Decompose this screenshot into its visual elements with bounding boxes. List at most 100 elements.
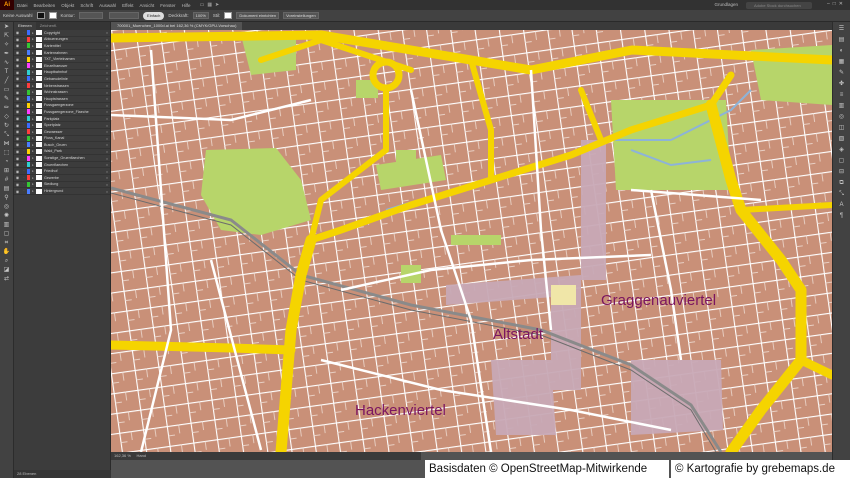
scale-tool-icon[interactable]: ⤡ xyxy=(2,132,12,139)
visibility-eye-icon[interactable]: ◉ xyxy=(14,175,21,180)
layer-name[interactable]: Hauptstrassen xyxy=(44,97,104,101)
layer-target-icon[interactable]: ○ xyxy=(104,37,110,42)
layer-name[interactable]: Sportplatz xyxy=(44,123,104,127)
layer-target-icon[interactable]: ○ xyxy=(104,182,110,187)
swatches-icon[interactable]: ▦ xyxy=(837,58,847,66)
style-swatch[interactable] xyxy=(224,12,233,19)
doc-setup-button[interactable]: Dokument einrichten xyxy=(236,12,280,19)
layer-row[interactable]: ◉ · ▸ Fussgaengerzone ○ xyxy=(14,102,110,110)
layer-target-icon[interactable]: ○ xyxy=(104,103,110,108)
stroke-weight-dropdown[interactable] xyxy=(79,12,104,19)
layer-row[interactable]: ◉ · ▸ Fluss_Kanal ○ xyxy=(14,135,110,143)
eraser-tool-icon[interactable]: ◇ xyxy=(2,114,12,121)
variable-width-dropdown[interactable] xyxy=(109,12,140,19)
layer-name[interactable]: Gebaeudelinie xyxy=(44,77,104,81)
layer-row[interactable]: ◉ · ▸ Gebaeudelinie ○ xyxy=(14,76,110,83)
layer-name[interactable]: Gewerbe xyxy=(44,176,104,180)
visibility-eye-icon[interactable]: ◉ xyxy=(14,142,21,147)
layer-target-icon[interactable]: ○ xyxy=(104,136,110,141)
visibility-eye-icon[interactable]: ◉ xyxy=(14,162,21,167)
menu-hilfe[interactable]: Hilfe xyxy=(179,3,194,8)
eyedropper-icon[interactable]: ⚲ xyxy=(2,195,12,202)
visibility-eye-icon[interactable]: ◉ xyxy=(14,103,21,108)
pen-tool-icon[interactable]: ✒ xyxy=(2,51,12,58)
tab-zeichenflaechen[interactable]: Zeichenfl. xyxy=(36,22,61,30)
layer-row[interactable]: ◉ · ▸ Gruenflaechen ○ xyxy=(14,162,110,169)
menu-effekt[interactable]: Effekt xyxy=(119,3,136,8)
layer-name[interactable]: Einzelhaeuser xyxy=(44,64,104,68)
graph-tool-icon[interactable]: ▥ xyxy=(2,222,12,229)
layer-name[interactable]: Kartentitel xyxy=(44,44,104,48)
zoom-tool-icon[interactable]: ⌕ xyxy=(2,258,12,265)
align-icon[interactable]: ⊟ xyxy=(837,168,847,176)
menu-objekt[interactable]: Objekt xyxy=(58,3,77,8)
layer-row[interactable]: ◉ · ▸ Busch_Gruen ○ xyxy=(14,142,110,149)
layer-target-icon[interactable]: ○ xyxy=(104,76,110,81)
free-transform-icon[interactable]: ⬚ xyxy=(2,150,12,157)
magic-wand-icon[interactable]: ✧ xyxy=(2,42,12,49)
visibility-eye-icon[interactable]: ◉ xyxy=(14,30,21,35)
layer-name[interactable]: Wohnstrassen xyxy=(44,90,104,94)
layer-row[interactable]: ◉ · ▸ Copyright ○ xyxy=(14,30,110,37)
layer-name[interactable]: Gruenflaechen xyxy=(44,163,104,167)
menu-datei[interactable]: Datei xyxy=(14,3,31,8)
layer-row[interactable]: ◉ · ▸ Gewerbe ○ xyxy=(14,175,110,182)
layer-name[interactable]: Hauptbahnhof xyxy=(44,70,104,74)
paintbrush-tool-icon[interactable]: ✎ xyxy=(2,96,12,103)
zoom-level[interactable]: 162,36 % xyxy=(114,453,131,458)
layer-target-icon[interactable]: ○ xyxy=(104,162,110,167)
layer-target-icon[interactable]: ○ xyxy=(104,175,110,180)
visibility-eye-icon[interactable]: ◉ xyxy=(14,129,21,134)
layer-name[interactable]: Siedlung xyxy=(44,182,104,186)
layer-row[interactable]: ◉ · ▸ Hintergrund ○ xyxy=(14,188,110,195)
visibility-eye-icon[interactable]: ◉ xyxy=(14,136,21,141)
layer-target-icon[interactable]: ○ xyxy=(104,50,110,55)
layer-target-icon[interactable]: ○ xyxy=(104,129,110,134)
layer-row[interactable]: ◉ · ▸ Sportplatz ○ xyxy=(14,122,110,129)
menu-schrift[interactable]: Schrift xyxy=(77,3,96,8)
layer-row[interactable]: ◉ · ▸ Wald_Park ○ xyxy=(14,148,110,156)
artboards-icon[interactable]: ▢ xyxy=(837,157,847,165)
layer-target-icon[interactable]: ○ xyxy=(104,43,110,48)
window-controls[interactable]: –□✕ xyxy=(827,1,846,7)
layer-name[interactable]: Sonstige_Gruenflaechen xyxy=(44,156,104,160)
layer-row[interactable]: ◉ · ▸ Nebenstrassen ○ xyxy=(14,83,110,90)
visibility-eye-icon[interactable]: ◉ xyxy=(14,76,21,81)
visibility-eye-icon[interactable]: ◉ xyxy=(14,83,21,88)
layer-target-icon[interactable]: ○ xyxy=(104,57,110,62)
layer-target-icon[interactable]: ○ xyxy=(104,109,110,114)
visibility-eye-icon[interactable]: ◉ xyxy=(14,43,21,48)
layer-name[interactable]: Kartenrahmen xyxy=(44,51,104,55)
visibility-eye-icon[interactable]: ◉ xyxy=(14,57,21,62)
workspace-switcher[interactable]: Grundlagen xyxy=(714,2,738,7)
visibility-eye-icon[interactable]: ◉ xyxy=(14,50,21,55)
brush-dropdown[interactable]: Einfach xyxy=(143,11,165,20)
fill-swatch[interactable] xyxy=(36,12,45,19)
opacity-input[interactable]: 100% xyxy=(192,12,209,19)
transform-icon[interactable]: ⤡ xyxy=(837,190,847,198)
layer-row[interactable]: ◉ · ▸ Hauptstrassen ○ xyxy=(14,96,110,103)
layer-name[interactable]: Nebenstrassen xyxy=(44,84,104,88)
visibility-eye-icon[interactable]: ◉ xyxy=(14,123,21,128)
character-icon[interactable]: A xyxy=(837,201,847,209)
visibility-eye-icon[interactable]: ◉ xyxy=(14,189,21,194)
arrange-icon[interactable]: ▦ xyxy=(207,2,212,8)
layer-row[interactable]: ◉ · ▸ Sonstige_Gruenflaechen ○ xyxy=(14,155,110,162)
layer-row[interactable]: ◉ · ▸ Hauptbahnhof ○ xyxy=(14,69,110,77)
layer-name[interactable]: Fluss_Kanal xyxy=(44,136,104,140)
layer-target-icon[interactable]: ○ xyxy=(104,156,110,161)
menu-fenster[interactable]: Fenster xyxy=(157,3,178,8)
selection-tool-icon[interactable]: ➤ xyxy=(2,24,12,31)
layer-target-icon[interactable]: ○ xyxy=(104,123,110,128)
layer-name[interactable]: Copyright xyxy=(44,31,104,35)
curvature-tool-icon[interactable]: ∿ xyxy=(2,60,12,67)
visibility-eye-icon[interactable]: ◉ xyxy=(14,149,21,154)
appearance-icon[interactable]: ◫ xyxy=(837,124,847,132)
paragraph-icon[interactable]: ¶ xyxy=(837,212,847,220)
menu-bearbeiten[interactable]: Bearbeiten xyxy=(31,3,59,8)
layer-target-icon[interactable]: ○ xyxy=(104,90,110,95)
fill-stroke-icon[interactable]: ◪ xyxy=(2,267,12,274)
line-tool-icon[interactable]: ╱ xyxy=(2,78,12,85)
type-tool-icon[interactable]: T xyxy=(2,69,12,76)
layer-row[interactable]: ◉ · ▸ Wohnstrassen ○ xyxy=(14,89,110,96)
